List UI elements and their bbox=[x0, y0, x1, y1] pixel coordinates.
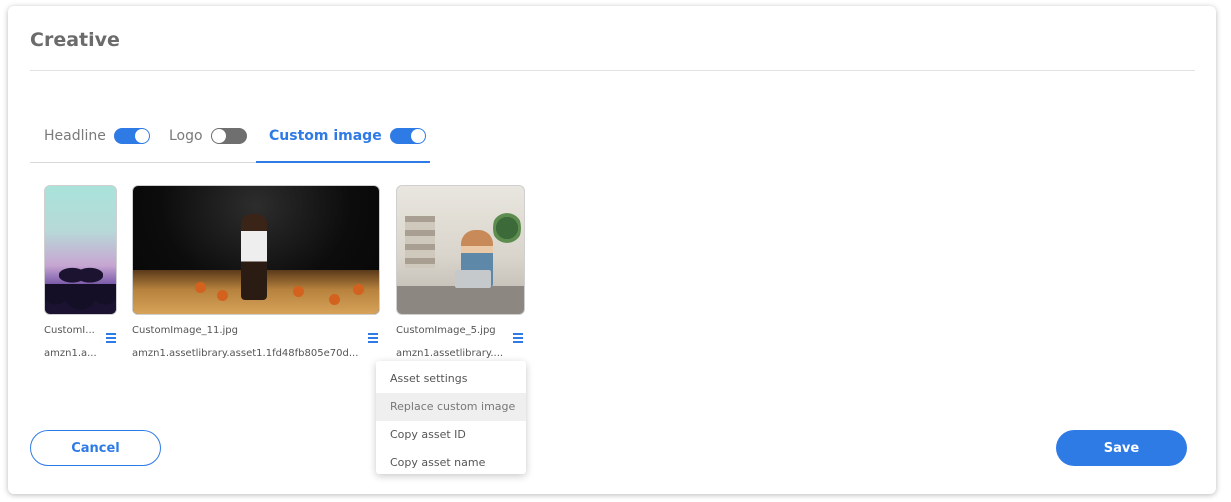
creative-panel: Creative Headline Logo Custom image Cust… bbox=[8, 6, 1216, 494]
toggle-knob bbox=[211, 129, 226, 143]
asset-id: amzn1.assetlibrary.... bbox=[396, 348, 504, 359]
tab-custom-image[interactable]: Custom image bbox=[269, 128, 426, 144]
asset-name: CustomI... bbox=[44, 325, 95, 336]
toggle-knob bbox=[134, 129, 149, 143]
asset-menu-icon[interactable] bbox=[366, 332, 380, 344]
plant-shape bbox=[493, 208, 521, 248]
asset-thumbnail-office[interactable] bbox=[396, 185, 525, 315]
cancel-button[interactable]: Cancel bbox=[30, 430, 161, 466]
tab-logo[interactable]: Logo bbox=[169, 128, 247, 144]
tab-headline[interactable]: Headline bbox=[44, 128, 150, 144]
logo-toggle[interactable] bbox=[210, 128, 247, 144]
basketball bbox=[329, 294, 340, 305]
desk-shape bbox=[397, 286, 524, 314]
menu-item-copy-asset-id[interactable]: Copy asset ID bbox=[376, 421, 526, 449]
asset-thumbnail-basketball[interactable] bbox=[132, 185, 380, 315]
custom-image-toggle[interactable] bbox=[389, 128, 426, 144]
asset-name: CustomImage_11.jpg bbox=[132, 325, 239, 336]
asset-menu-icon[interactable] bbox=[104, 332, 118, 344]
menu-item-copy-asset-name[interactable]: Copy asset name bbox=[376, 449, 526, 477]
asset-name: CustomImage_5.jpg bbox=[396, 325, 496, 336]
basketball bbox=[293, 286, 304, 297]
basketball bbox=[353, 284, 364, 295]
menu-item-asset-settings[interactable]: Asset settings bbox=[376, 365, 526, 393]
basketball bbox=[217, 290, 228, 301]
player-silhouette bbox=[241, 214, 267, 300]
headline-toggle[interactable] bbox=[113, 128, 150, 144]
creative-tabs: Headline Logo Custom image bbox=[30, 124, 550, 164]
basketball bbox=[195, 282, 206, 293]
laptop-shape bbox=[455, 270, 491, 288]
asset-thumbnail-concert[interactable] bbox=[44, 185, 117, 315]
asset-context-menu: Asset settings Replace custom image Copy… bbox=[376, 361, 526, 474]
tab-headline-label: Headline bbox=[44, 128, 106, 144]
panel-title: Creative bbox=[30, 29, 120, 51]
tab-custom-image-label: Custom image bbox=[269, 128, 382, 144]
active-tab-indicator bbox=[256, 161, 430, 163]
title-divider bbox=[30, 70, 1195, 71]
asset-id: amzn1.a... bbox=[44, 348, 97, 359]
toggle-knob bbox=[410, 129, 425, 143]
crowd-silhouette bbox=[45, 284, 116, 314]
menu-item-replace-custom-image[interactable]: Replace custom image bbox=[376, 393, 526, 421]
save-button[interactable]: Save bbox=[1056, 430, 1187, 466]
tab-logo-label: Logo bbox=[169, 128, 203, 144]
asset-id: amzn1.assetlibrary.asset1.1fd48fb805e70d… bbox=[132, 348, 359, 359]
shelf-shape bbox=[405, 216, 435, 268]
asset-menu-icon[interactable] bbox=[511, 332, 525, 344]
